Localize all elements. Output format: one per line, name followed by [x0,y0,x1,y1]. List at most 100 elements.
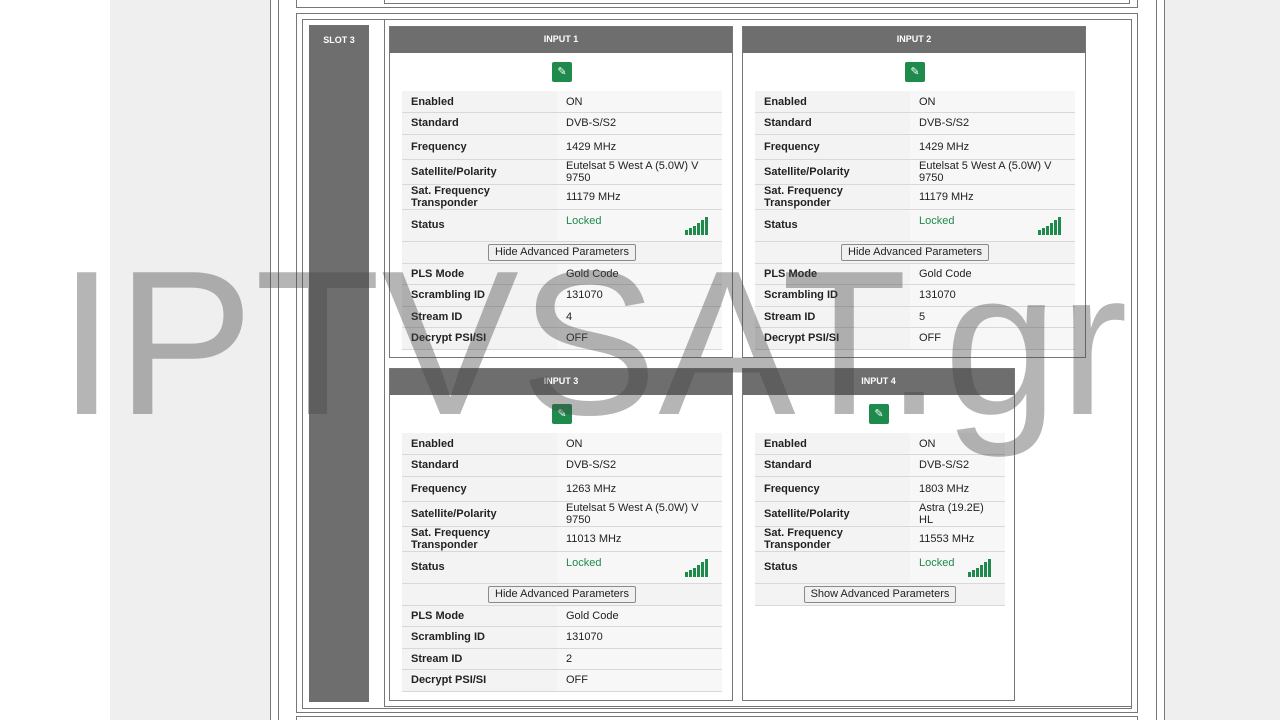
param-value: 1803 MHz [910,476,1005,502]
param-value: 11179 MHz [910,184,1075,210]
table-row: Satellite/Polarity Eutelsat 5 West A (5.0… [402,501,722,527]
hide-advanced-parameters-button[interactable]: Hide Advanced Parameters [488,585,636,603]
table-row: Frequency 1429 MHz [755,134,1075,160]
param-label: Enabled [755,433,910,455]
table-row: Scrambling ID 131070 [755,284,1075,307]
param-value: 131070 [557,284,722,307]
param-label: Satellite/Polarity [755,159,910,185]
slot-label: SLOT 3 [309,25,369,702]
pencil-icon: ✎ [910,66,920,78]
input-parameters-table: Enabled ON Standard DVB-S/S2 Frequency 1263… [402,433,722,692]
page-margin-left [0,0,110,720]
param-value: 1429 MHz [557,134,722,160]
param-value: 4 [557,306,722,328]
edit-button[interactable]: ✎ [869,404,889,424]
table-row: Decrypt PSI/SI OFF [402,669,722,692]
param-value: Astra (19.2E) HL [910,501,1005,527]
param-label: Decrypt PSI/SI [402,327,557,350]
param-label: Stream ID [402,648,557,670]
table-row: Standard DVB-S/S2 [755,112,1075,135]
signal-bars-icon [1038,217,1061,235]
param-label: Frequency [755,476,910,502]
status-label: Status [402,551,557,584]
status-label: Status [402,209,557,242]
param-label: Frequency [402,476,557,502]
page-background-right [1165,0,1280,720]
param-value: 1429 MHz [910,134,1075,160]
table-row: Scrambling ID 131070 [402,626,722,649]
status-value: Locked [919,215,955,227]
table-row: Sat. Frequency Transponder 11553 MHz [755,526,1005,552]
param-label: Sat. Frequency Transponder [755,526,910,552]
param-label: Standard [402,454,557,477]
table-row: PLS Mode Gold Code [402,605,722,627]
param-label: Satellite/Polarity [402,159,557,185]
edit-button[interactable]: ✎ [552,404,572,424]
param-value: Gold Code [557,605,722,627]
page-background-left [110,0,270,720]
hide-advanced-parameters-button[interactable]: Hide Advanced Parameters [841,243,989,261]
param-value: 11553 MHz [910,526,1005,552]
param-label: Standard [755,112,910,135]
table-row: Frequency 1429 MHz [402,134,722,160]
status-row: Status Locked [755,551,1005,584]
table-row: Standard DVB-S/S2 [402,454,722,477]
hide-advanced-parameters-button[interactable]: Hide Advanced Parameters [488,243,636,261]
param-label: Enabled [402,433,557,455]
input-parameters-table: Enabled ON Standard DVB-S/S2 Frequency 1429… [755,91,1075,350]
table-row: Standard DVB-S/S2 [755,454,1005,477]
pencil-icon: ✎ [874,408,884,420]
status-value: Locked [566,557,602,569]
param-label: Decrypt PSI/SI [402,669,557,692]
param-value: 2 [557,648,722,670]
table-row: Sat. Frequency Transponder 11179 MHz [755,184,1075,210]
param-label: Scrambling ID [402,626,557,649]
param-value: 131070 [910,284,1075,307]
param-value: Eutelsat 5 West A (5.0W) V 9750 [557,159,722,185]
table-row: Scrambling ID 131070 [402,284,722,307]
status-row: Status Locked [402,209,722,242]
table-row: Enabled ON [755,91,1075,113]
status-row: Status Locked [755,209,1075,242]
advanced-toggle-row: Hide Advanced Parameters [402,241,722,264]
table-row: Enabled ON [755,433,1005,455]
table-row: Stream ID 4 [402,306,722,328]
param-value: 11179 MHz [557,184,722,210]
param-label: Scrambling ID [755,284,910,307]
table-row: Enabled ON [402,91,722,113]
advanced-toggle-row: Hide Advanced Parameters [755,241,1075,264]
signal-bars-icon [968,559,991,577]
param-value: 1263 MHz [557,476,722,502]
table-row: Sat. Frequency Transponder 11013 MHz [402,526,722,552]
param-label: Satellite/Polarity [402,501,557,527]
pencil-icon: ✎ [557,408,567,420]
table-row: Frequency 1803 MHz [755,476,1005,502]
status-value: Locked [566,215,602,227]
input-panel-2: INPUT 2 ✎ Enabled ON Standard DVB-S/S2 Fre… [742,26,1086,358]
signal-bars-icon [685,559,708,577]
param-label: Enabled [402,91,557,113]
param-label: Stream ID [755,306,910,328]
param-value: OFF [557,669,722,692]
input-panel-title: INPUT 1 [390,27,732,53]
param-label: Scrambling ID [402,284,557,307]
param-value: ON [910,433,1005,455]
param-value: DVB-S/S2 [910,454,1005,477]
show-advanced-parameters-button[interactable]: Show Advanced Parameters [803,585,957,603]
input-panel-1: INPUT 1 ✎ Enabled ON Standard DVB-S/S2 Fre… [389,26,733,358]
param-value: OFF [910,327,1075,350]
table-row: PLS Mode Gold Code [755,263,1075,285]
table-row: Satellite/Polarity Eutelsat 5 West A (5.0… [755,159,1075,185]
table-row: Frequency 1263 MHz [402,476,722,502]
edit-button[interactable]: ✎ [905,62,925,82]
param-value: DVB-S/S2 [557,454,722,477]
table-row: Stream ID 2 [402,648,722,670]
param-value: ON [557,433,722,455]
edit-button[interactable]: ✎ [552,62,572,82]
param-label: Decrypt PSI/SI [755,327,910,350]
status-row: Status Locked [402,551,722,584]
input-panel-title: INPUT 2 [743,27,1085,53]
param-label: Sat. Frequency Transponder [402,184,557,210]
input-panel-title: INPUT 4 [743,369,1014,395]
advanced-toggle-row: Hide Advanced Parameters [402,583,722,606]
